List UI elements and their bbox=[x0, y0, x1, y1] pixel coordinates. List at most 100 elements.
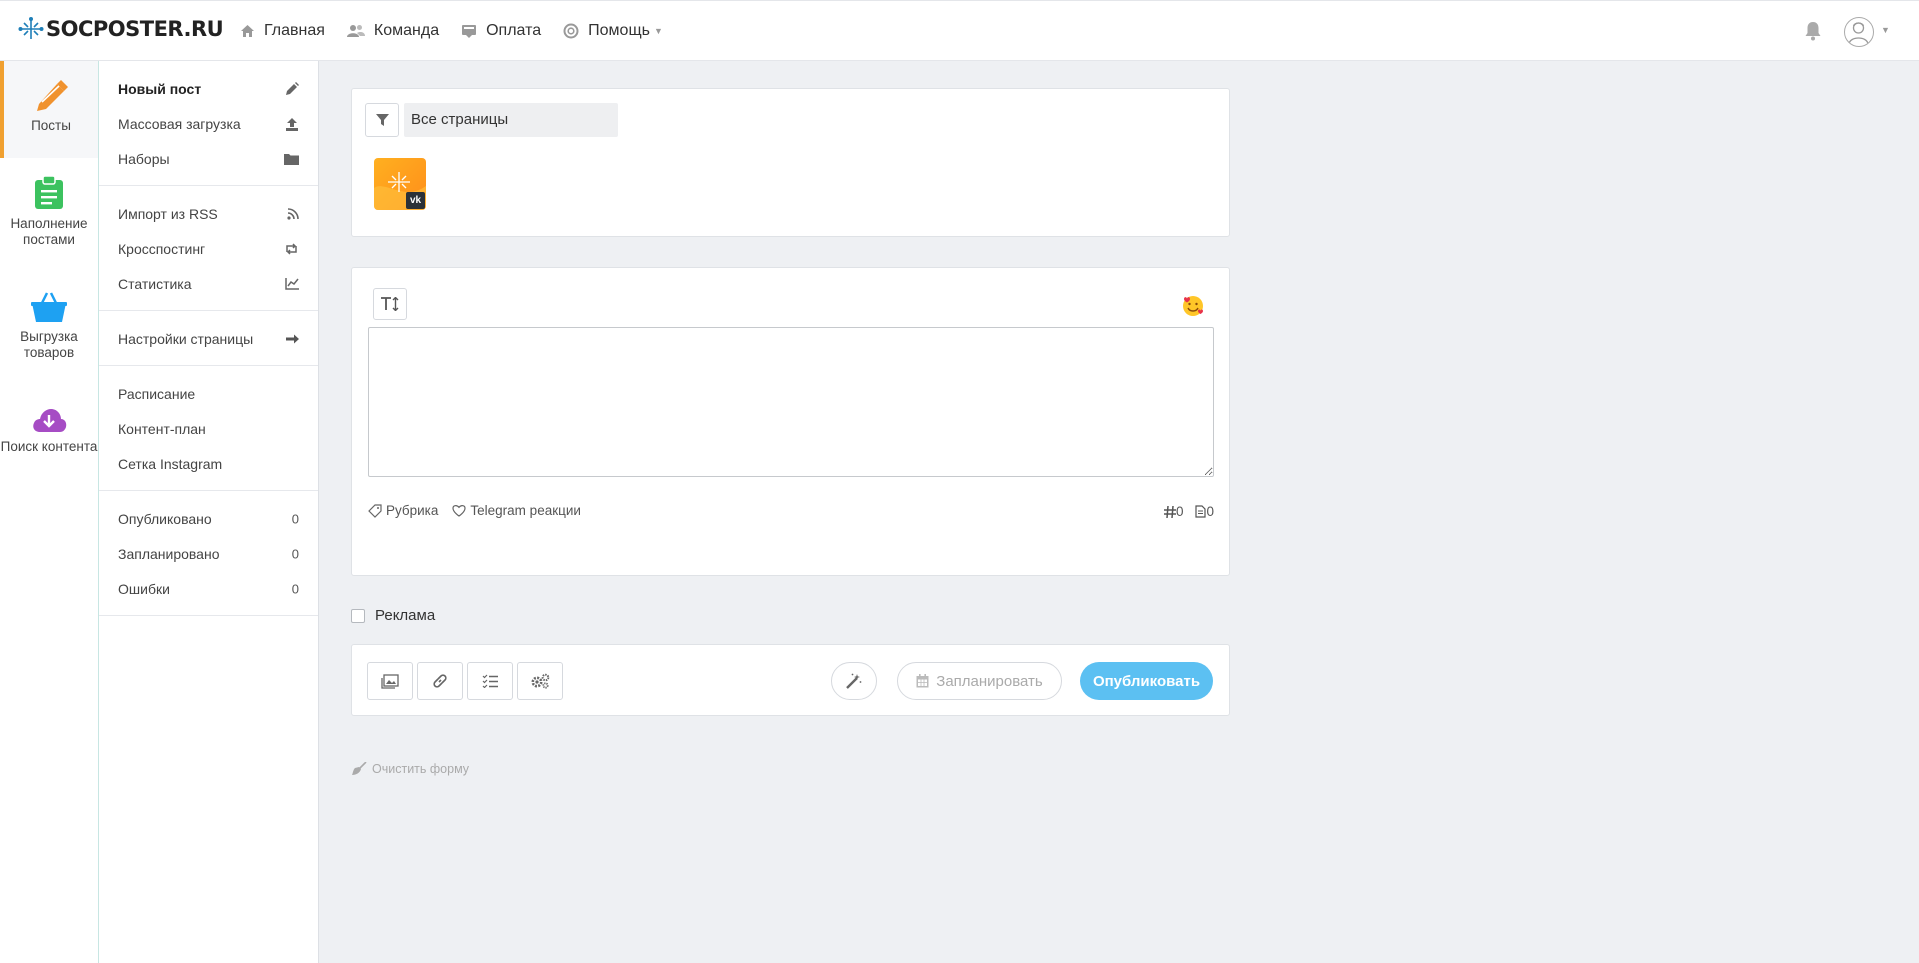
magic-wand-button[interactable] bbox=[831, 662, 877, 700]
submenu-item-label: Расписание bbox=[118, 385, 196, 402]
submenu-item-published[interactable]: Опубликовано 0 bbox=[99, 501, 318, 536]
magic-wand-icon bbox=[846, 673, 862, 689]
post-settings-button[interactable] bbox=[517, 662, 563, 700]
submenu-item-crossposting[interactable]: Кросспостинг bbox=[99, 231, 318, 266]
text-size-button[interactable] bbox=[373, 288, 407, 320]
clear-form-link[interactable]: Очистить форму bbox=[351, 762, 469, 776]
nav-item-label: Помощь bbox=[588, 22, 650, 39]
pages-filter-select[interactable]: Все страницы bbox=[404, 103, 618, 137]
basket-icon bbox=[31, 292, 67, 322]
submenu-group-planning: Расписание Контент-план Сетка Instagram bbox=[99, 366, 318, 491]
tag-icon bbox=[368, 503, 382, 518]
images-icon bbox=[381, 673, 399, 689]
clipboard-icon bbox=[35, 176, 63, 209]
repost-icon bbox=[286, 242, 297, 255]
ad-checkbox[interactable]: Реклама bbox=[351, 607, 435, 624]
submenu-item-label: Статистика bbox=[118, 275, 192, 292]
filter-button[interactable] bbox=[365, 103, 399, 137]
payment-icon bbox=[462, 24, 477, 38]
chevron-down-icon[interactable]: ▼ bbox=[1881, 25, 1890, 35]
sidebar-item-label: Наполнение постами bbox=[10, 216, 88, 247]
brand-logo[interactable]: SOCPOSTER.RU bbox=[18, 16, 224, 42]
schedule-button[interactable]: Запланировать bbox=[897, 662, 1062, 700]
submenu-group-tools: Импорт из RSS Кросспостинг Статистика bbox=[99, 186, 318, 311]
rubric-button[interactable]: Рубрика bbox=[368, 503, 438, 518]
folder-icon bbox=[284, 153, 299, 165]
home-icon bbox=[241, 25, 254, 37]
submenu-group-status: Опубликовано 0 Запланировано 0 Ошибки 0 bbox=[99, 491, 318, 616]
pencil-icon bbox=[286, 81, 299, 95]
line-chart-icon bbox=[285, 277, 299, 290]
submenu-item-scheduled[interactable]: Запланировано 0 bbox=[99, 536, 318, 571]
submenu-group-settings: Настройки страницы bbox=[99, 311, 318, 366]
add-poll-button[interactable] bbox=[467, 662, 513, 700]
heart-icon bbox=[452, 505, 467, 517]
post-text-input[interactable] bbox=[368, 327, 1214, 477]
bell-icon[interactable] bbox=[1804, 21, 1822, 41]
ad-checkbox-box[interactable] bbox=[351, 608, 365, 623]
posts-submenu: Новый пост Массовая загрузка Наборы Импо… bbox=[99, 61, 319, 963]
published-count: 0 bbox=[291, 511, 299, 526]
link-icon bbox=[433, 674, 447, 688]
nav-item-home[interactable]: Главная bbox=[240, 22, 325, 40]
main-nav: Главная Команда Оплата Помощь ▼ bbox=[240, 1, 685, 61]
nav-item-label: Оплата bbox=[486, 22, 542, 39]
submenu-item-label: Импорт из RSS bbox=[118, 205, 218, 222]
gears-icon bbox=[531, 673, 550, 689]
sidebar-item-content-search[interactable]: Поиск контента bbox=[0, 407, 98, 502]
nav-item-team[interactable]: Команда bbox=[346, 22, 440, 40]
submenu-item-errors[interactable]: Ошибки 0 bbox=[99, 571, 318, 606]
submenu-item-label: Контент-план bbox=[118, 420, 206, 437]
upload-icon bbox=[286, 117, 298, 131]
submenu-item-label: Наборы bbox=[118, 150, 170, 167]
sidebar-item-post-filling[interactable]: Наполнение постами bbox=[0, 176, 98, 271]
rss-icon bbox=[287, 207, 299, 220]
submenu-item-label: Настройки страницы bbox=[118, 330, 254, 347]
doc-counter: 0 bbox=[1195, 504, 1214, 519]
hashtag-counter: 0 bbox=[1163, 504, 1184, 519]
hashtag-count: 0 bbox=[1175, 504, 1184, 519]
clear-form-label: Очистить форму bbox=[372, 762, 470, 776]
submenu-item-content-plan[interactable]: Контент-план bbox=[99, 411, 318, 446]
team-icon bbox=[346, 25, 365, 37]
schedule-label: Запланировать bbox=[936, 672, 1043, 690]
document-icon bbox=[1195, 505, 1207, 518]
nav-item-payment[interactable]: Оплата bbox=[461, 22, 541, 40]
post-editor-card: Рубрика Telegram реакции 0 0 bbox=[351, 267, 1230, 576]
section-sidebar: Посты Наполнение постами Выгрузка товаро… bbox=[0, 61, 99, 963]
nav-item-label: Главная bbox=[264, 22, 325, 39]
telegram-reactions-label: Telegram реакции bbox=[470, 503, 581, 518]
calendar-icon bbox=[916, 674, 929, 688]
scheduled-count: 0 bbox=[291, 546, 299, 561]
top-bar: SOCPOSTER.RU Главная Команда Оплата Помо… bbox=[0, 0, 1919, 61]
submenu-item-label: Запланировано bbox=[118, 545, 220, 562]
add-link-button[interactable] bbox=[417, 662, 463, 700]
emoji-icon[interactable] bbox=[1182, 295, 1204, 317]
submenu-item-page-settings[interactable]: Настройки страницы bbox=[99, 321, 318, 356]
submenu-item-schedule[interactable]: Расписание bbox=[99, 376, 318, 411]
sidebar-item-goods-export[interactable]: Выгрузка товаров bbox=[0, 291, 98, 386]
add-media-button[interactable] bbox=[367, 662, 413, 700]
sidebar-item-label: Посты bbox=[31, 118, 71, 133]
submenu-item-sets[interactable]: Наборы bbox=[99, 141, 318, 176]
ad-label: Реклама bbox=[375, 607, 436, 624]
telegram-reactions-button[interactable]: Telegram реакции bbox=[452, 503, 581, 518]
doc-count: 0 bbox=[1206, 504, 1214, 519]
submenu-item-bulk-upload[interactable]: Массовая загрузка bbox=[99, 106, 318, 141]
submenu-item-new-post[interactable]: Новый пост bbox=[99, 71, 318, 106]
page-avatar-vk[interactable]: vk bbox=[374, 158, 426, 210]
text-height-icon bbox=[381, 297, 399, 311]
submenu-item-rss-import[interactable]: Импорт из RSS bbox=[99, 196, 318, 231]
nav-item-help[interactable]: Помощь ▼ bbox=[563, 22, 663, 40]
publish-button[interactable]: Опубликовать bbox=[1080, 662, 1213, 700]
submenu-item-label: Кросспостинг bbox=[118, 240, 206, 257]
submenu-group-create: Новый пост Массовая загрузка Наборы bbox=[99, 61, 318, 186]
sidebar-item-posts[interactable]: Посты bbox=[0, 61, 98, 158]
brand-name: SOCPOSTER.RU bbox=[46, 17, 224, 41]
arrow-right-icon bbox=[286, 334, 299, 343]
submenu-item-instagram-grid[interactable]: Сетка Instagram bbox=[99, 446, 318, 481]
submenu-item-stats[interactable]: Статистика bbox=[99, 266, 318, 301]
nav-item-label: Команда bbox=[373, 22, 440, 39]
checklist-icon bbox=[482, 674, 498, 688]
avatar[interactable] bbox=[1844, 17, 1874, 47]
